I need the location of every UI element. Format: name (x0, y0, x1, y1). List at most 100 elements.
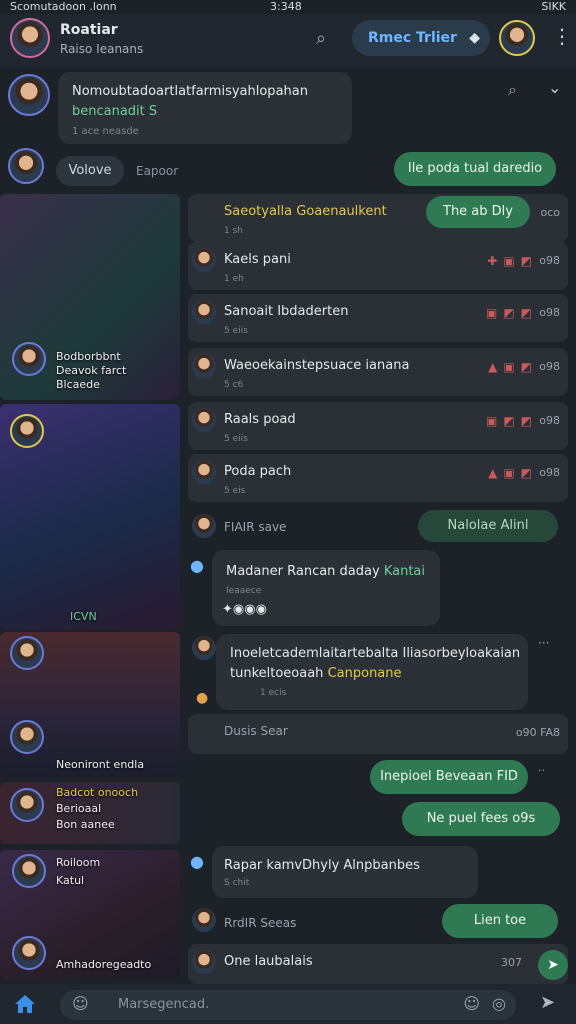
message-bubble[interactable]: Inoeletcademlaitartebalta Iliasorbeyloak… (216, 634, 528, 710)
media-card[interactable]: Roiloom Katul Amhadoregeadto (0, 850, 180, 978)
reaction-icons[interactable]: ✦◉◉◉ (222, 602, 267, 617)
outgoing-bubble[interactable]: Ne puel fees o9s (402, 802, 560, 836)
outgoing-bubble[interactable]: Inepioel Beveaan FID (370, 760, 528, 794)
list-item[interactable]: Waeoekainstepsuace ianana 5 c6 ▲▣◩ o98 (188, 348, 568, 396)
list-item[interactable]: Raals poad 5 eiis ▣◩◩ o98 (188, 402, 568, 450)
more-icon[interactable]: o90 FA8 (516, 726, 560, 739)
list-item[interactable]: Kaels pani 1 eh ✚▣◩ o98 (188, 242, 568, 290)
header-pill-button[interactable]: Rmec Trlier ◆ (352, 20, 490, 56)
more-icon[interactable]: o98 (539, 466, 560, 479)
outgoing-bubble[interactable]: The ab Dly (426, 196, 530, 228)
action-icons[interactable]: ▣◩◩ (486, 306, 538, 320)
avatar (192, 908, 216, 932)
list-item[interactable]: Saeotyalla Goaenaulkent 1 sh The ab Dly … (188, 194, 568, 242)
more-icon[interactable]: ··· (538, 636, 549, 650)
item-name: One laubalais (224, 954, 313, 969)
search-icon[interactable]: ⌕ (508, 80, 517, 100)
message-time: Ieaaece (226, 586, 262, 596)
message-text: Madaner Rancan daday Kantai (226, 564, 426, 579)
item-time: 5 eiis (224, 326, 248, 336)
message-text: tunkeltoeoaah Canponane (230, 666, 402, 681)
emoji-icon[interactable]: ☺ (72, 994, 89, 1013)
avatar (192, 248, 216, 272)
outgoing-bubble[interactable]: Ile poda tual daredio (394, 152, 556, 186)
message-text: Nomoubtadoartlatfarmisyahlopahan (72, 84, 308, 99)
message-bubble[interactable]: Nomoubtadoartlatfarmisyahlopahan bencana… (58, 72, 352, 144)
avatar (12, 854, 46, 888)
message-time: S chit (224, 878, 250, 888)
message-bubble[interactable]: Madaner Rancan daday Kantai Ieaaece ✦◉◉◉ (212, 550, 440, 626)
more-icon[interactable]: 307 (501, 956, 522, 969)
avatar (192, 950, 216, 974)
reaction-icon: ● (196, 690, 209, 706)
message-time: 1 ecis (260, 688, 287, 698)
list-item[interactable]: Dusis Sear o90 FA8 (188, 714, 568, 754)
avatar (10, 788, 44, 822)
card-caption: Roiloom (56, 856, 101, 869)
avatar (8, 148, 44, 184)
item-name: Raals poad (224, 412, 296, 427)
item-name: RrdIR Seeas (224, 916, 297, 930)
more-icon[interactable]: ·· (538, 764, 545, 777)
chevron-down-icon[interactable]: ⌄ (548, 78, 561, 97)
sticker-icon[interactable]: ☺ (463, 994, 480, 1013)
action-icons[interactable]: ▣◩◩ (486, 414, 538, 428)
media-card[interactable]: Neoniront endla (0, 632, 180, 778)
message-input[interactable]: ☺ Marsegencad. ☺ ◎ (60, 990, 516, 1020)
list-item[interactable]: Sanoait Ibdaderten 5 eiis ▣◩◩ o98 (188, 294, 568, 342)
more-icon[interactable]: oco (540, 206, 560, 219)
message-highlight: bencanadit S (72, 104, 158, 119)
message-time: 1 ace neasde (72, 126, 139, 137)
media-card[interactable]: Bodborbbnt Deavok farct Blcaede (0, 194, 180, 400)
profile-avatar[interactable] (499, 20, 535, 56)
media-card[interactable]: ICVN (0, 404, 180, 630)
list-item[interactable]: Poda pach 5 eis ▲▣◩ o98 (188, 454, 568, 502)
message-bubble[interactable]: Rapar kamvDhyly Alnpbanbes S chit (212, 846, 478, 898)
outgoing-bubble[interactable]: Nalolae Alinl (418, 510, 558, 542)
avatar (12, 936, 46, 970)
input-placeholder: Marsegencad. (118, 997, 210, 1012)
pinned-message: Nomoubtadoartlatfarmisyahlopahan bencana… (0, 68, 576, 148)
item-name: FIAIR save (224, 520, 287, 534)
more-icon[interactable]: o98 (539, 306, 560, 319)
search-icon[interactable]: ⌕ (316, 28, 326, 49)
media-column: Bodborbbnt Deavok farct Blcaede ICVN Neo… (0, 192, 182, 984)
avatar (192, 460, 216, 484)
clock: 3:348 (270, 0, 302, 13)
avatar (10, 720, 44, 754)
home-icon[interactable] (14, 994, 36, 1014)
outgoing-bubble[interactable]: Lien toe (442, 904, 558, 938)
card-caption: Berioaal (56, 802, 102, 815)
item-time: 5 eis (224, 486, 246, 496)
reaction-icon: ● (190, 852, 204, 871)
avatar (192, 300, 216, 324)
avatar (12, 342, 46, 376)
item-name: Saeotyalla Goaenaulkent (224, 204, 387, 219)
action-icons[interactable]: ▲▣◩ (488, 466, 538, 480)
attach-icon[interactable]: ◎ (492, 994, 506, 1013)
chat-title: Roatiar (60, 22, 118, 38)
reaction-icon: ● (190, 556, 204, 575)
avatar (10, 636, 44, 670)
avatar[interactable] (10, 18, 50, 58)
media-card[interactable]: Badcot onooch Berioaal Bon aanee (0, 782, 180, 844)
item-time: 5 eiis (224, 434, 248, 444)
more-icon[interactable]: ⋮ (552, 24, 572, 48)
item-time: 5 c6 (224, 380, 244, 390)
send-fab-button[interactable]: ➤ (538, 950, 568, 980)
card-caption: Neoniront endla (56, 758, 145, 771)
action-icons[interactable]: ▲▣◩ (488, 360, 538, 374)
more-icon[interactable]: o98 (539, 360, 560, 373)
message-text: Rapar kamvDhyly Alnpbanbes (224, 858, 420, 873)
card-caption: Deavok farct (56, 364, 127, 377)
list-item[interactable]: One laubalais 307 (188, 944, 568, 984)
card-caption: Badcot onooch (56, 786, 139, 799)
action-icons[interactable]: ✚▣◩ (487, 254, 538, 268)
more-icon[interactable]: o98 (539, 254, 560, 267)
quick-reply-chip[interactable]: Volove (56, 156, 124, 186)
quick-hint: Eapoor (136, 164, 179, 178)
more-icon[interactable]: o98 (539, 414, 560, 427)
item-name: Waeoekainstepsuace ianana (224, 358, 410, 373)
send-icon[interactable]: ➤ (540, 992, 555, 1013)
chat-subtitle: Raiso Ieanans (60, 42, 144, 56)
